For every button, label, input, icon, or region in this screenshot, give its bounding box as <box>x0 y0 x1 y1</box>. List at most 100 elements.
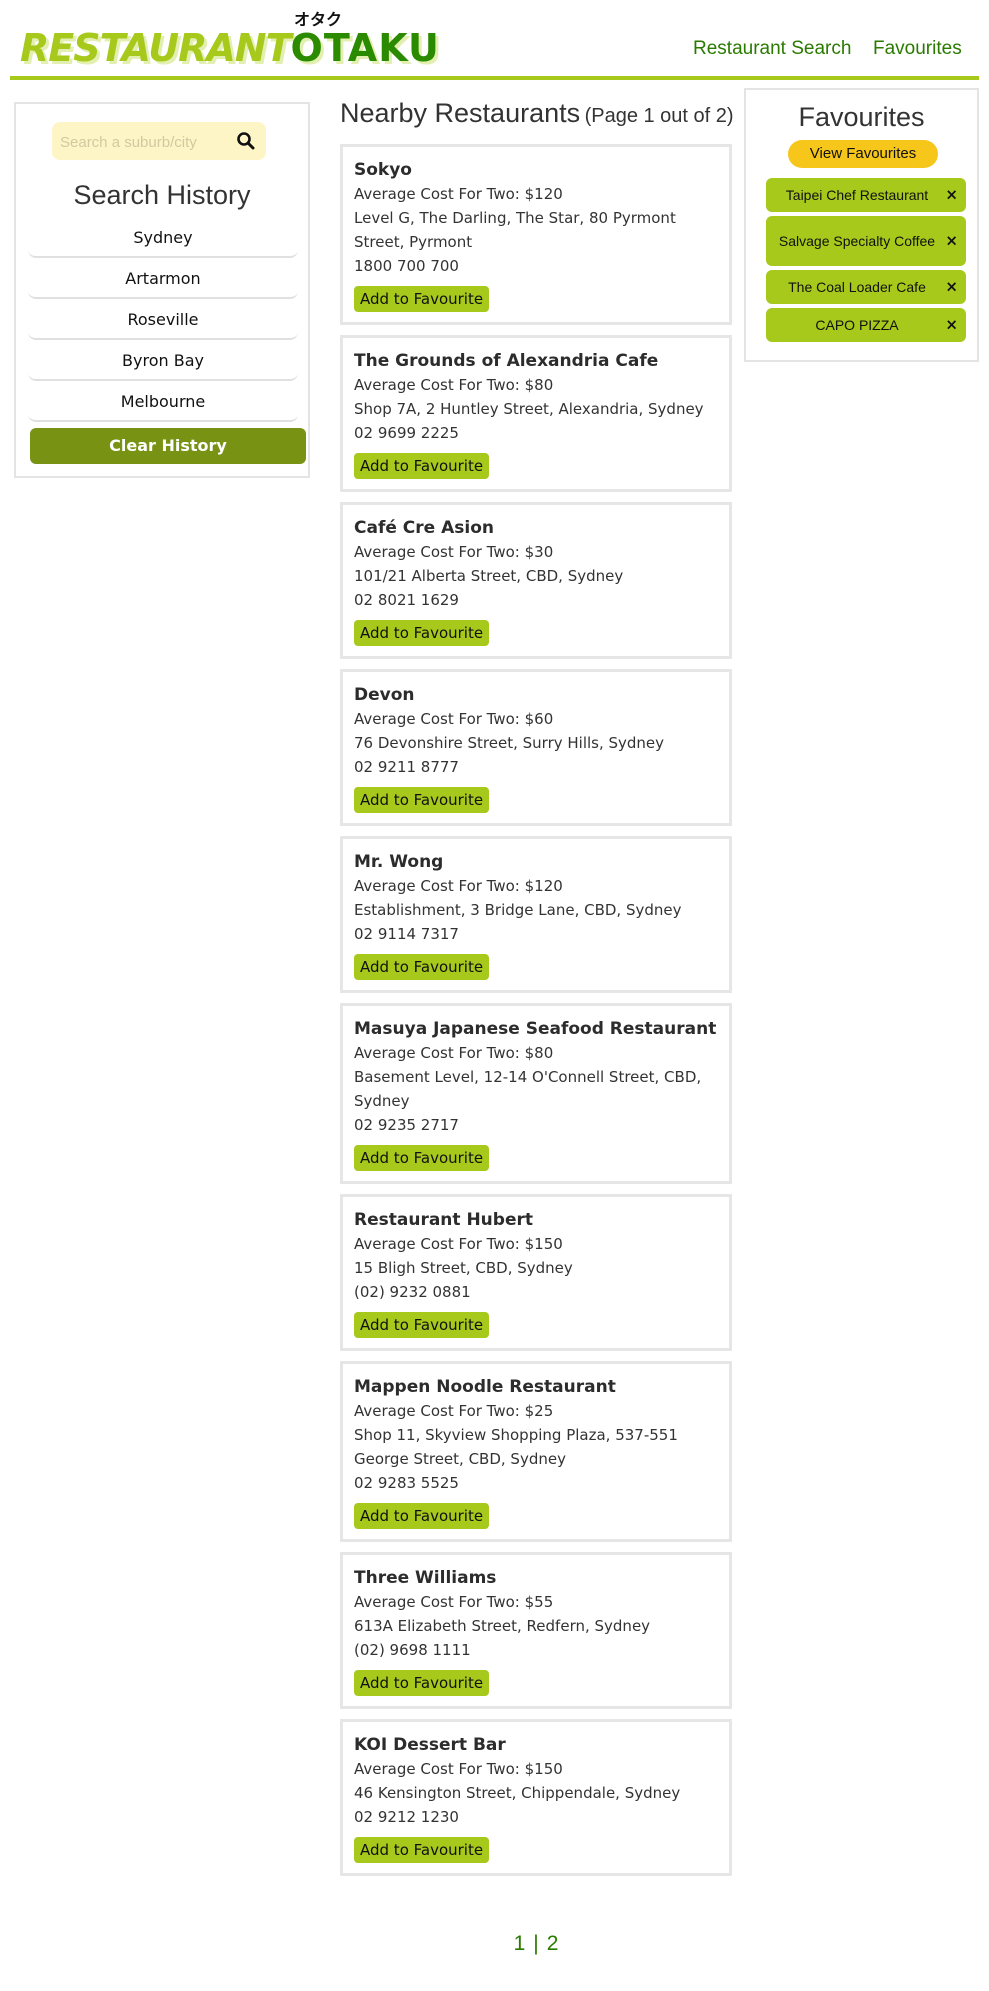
add-to-favourite-button[interactable]: Add to Favourite <box>354 1837 490 1863</box>
restaurant-phone: 1800 700 700 <box>354 257 459 275</box>
header: オタク RESTAURANTOTAKU Restaurant Search Fa… <box>10 0 979 80</box>
restaurant-cost: Average Cost For Two: $30 <box>354 543 554 561</box>
restaurant-cost: Average Cost For Two: $25 <box>354 1402 554 1420</box>
add-to-favourite-button[interactable]: Add to Favourite <box>354 954 490 980</box>
restaurant-name: Mappen Noodle Restaurant <box>354 1377 616 1397</box>
favourite-name: CAPO PIZZA <box>815 316 899 333</box>
restaurant-name: Café Cre Asion <box>354 518 494 538</box>
restaurant-address: Establishment, 3 Bridge Lane, CBD, Sydne… <box>354 901 682 919</box>
add-to-favourite-button[interactable]: Add to Favourite <box>354 1503 490 1529</box>
search-history-list: Sydney Artarmon Roseville Byron Bay Melb… <box>28 220 298 425</box>
add-to-favourite-button[interactable]: Add to Favourite <box>354 1145 490 1171</box>
restaurant-card: Masuya Japanese Seafood Restaurant Avera… <box>340 1003 732 1184</box>
add-to-favourite-button[interactable]: Add to Favourite <box>354 286 490 312</box>
pagination-separator: | <box>533 1932 539 1955</box>
restaurant-card: KOI Dessert Bar Average Cost For Two: $1… <box>340 1719 732 1876</box>
add-to-favourite-button[interactable]: Add to Favourite <box>354 1670 490 1696</box>
favourites-list: Taipei Chef Restaurant × Salvage Special… <box>766 178 966 346</box>
restaurant-cost: Average Cost For Two: $120 <box>354 185 563 203</box>
restaurant-name: Devon <box>354 685 415 705</box>
search-bar <box>52 122 266 160</box>
favourite-item[interactable]: Taipei Chef Restaurant × <box>766 178 966 212</box>
logo-text-restaurant: RESTAURANT <box>20 26 292 70</box>
restaurant-address: Shop 11, Skyview Shopping Plaza, 537-551… <box>354 1426 678 1468</box>
restaurant-card: Devon Average Cost For Two: $60 76 Devon… <box>340 669 732 826</box>
history-item[interactable]: Roseville <box>28 302 298 340</box>
favourite-item[interactable]: CAPO PIZZA × <box>766 308 966 342</box>
restaurant-list: Sokyo Average Cost For Two: $120 Level G… <box>340 144 732 1886</box>
restaurant-address: Level G, The Darling, The Star, 80 Pyrmo… <box>354 209 676 251</box>
restaurant-phone: 02 8021 1629 <box>354 591 459 609</box>
favourite-name: The Coal Loader Cafe <box>788 278 926 295</box>
restaurant-phone: (02) 9698 1111 <box>354 1641 471 1659</box>
restaurant-address: 15 Bligh Street, CBD, Sydney <box>354 1259 573 1277</box>
add-to-favourite-button[interactable]: Add to Favourite <box>354 453 490 479</box>
history-item[interactable]: Artarmon <box>28 261 298 299</box>
view-favourites-button[interactable]: View Favourites <box>788 140 938 168</box>
logo[interactable]: オタク RESTAURANTOTAKU <box>20 6 439 70</box>
restaurant-name: Restaurant Hubert <box>354 1210 533 1230</box>
restaurant-address: 613A Elizabeth Street, Redfern, Sydney <box>354 1617 651 1635</box>
restaurant-phone: 02 9283 5525 <box>354 1474 459 1492</box>
add-to-favourite-button[interactable]: Add to Favourite <box>354 620 490 646</box>
restaurant-phone: 02 9211 8777 <box>354 758 459 776</box>
restaurant-name: Masuya Japanese Seafood Restaurant <box>354 1019 717 1039</box>
restaurant-cost: Average Cost For Two: $80 <box>354 376 554 394</box>
add-to-favourite-button[interactable]: Add to Favourite <box>354 1312 490 1338</box>
restaurant-cost: Average Cost For Two: $150 <box>354 1235 563 1253</box>
restaurant-name: Sokyo <box>354 160 412 180</box>
favourite-item[interactable]: Salvage Specialty Coffee × <box>766 216 966 266</box>
restaurant-phone: 02 9235 2717 <box>354 1116 459 1134</box>
results-heading: Nearby Restaurants (Page 1 out of 2) <box>340 98 734 129</box>
restaurant-card: Restaurant Hubert Average Cost For Two: … <box>340 1194 732 1351</box>
remove-favourite-icon[interactable]: × <box>945 317 958 333</box>
nav-favourites[interactable]: Favourites <box>873 38 962 60</box>
restaurant-cost: Average Cost For Two: $120 <box>354 877 563 895</box>
page-indicator: (Page 1 out of 2) <box>584 105 734 127</box>
history-item[interactable]: Sydney <box>28 220 298 258</box>
restaurant-card: Café Cre Asion Average Cost For Two: $30… <box>340 502 732 659</box>
restaurant-card: The Grounds of Alexandria Cafe Average C… <box>340 335 732 492</box>
favourite-name: Salvage Specialty Coffee <box>778 232 936 249</box>
page-link-2[interactable]: 2 <box>547 1932 559 1955</box>
search-input[interactable] <box>58 126 222 158</box>
restaurant-name: Three Williams <box>354 1568 497 1588</box>
clear-history-button[interactable]: Clear History <box>30 428 306 464</box>
restaurant-phone: 02 9212 1230 <box>354 1808 459 1826</box>
restaurant-address: 46 Kensington Street, Chippendale, Sydne… <box>354 1784 681 1802</box>
restaurant-phone: (02) 9232 0881 <box>354 1283 471 1301</box>
restaurant-cost: Average Cost For Two: $55 <box>354 1593 554 1611</box>
favourite-item[interactable]: The Coal Loader Cafe × <box>766 270 966 304</box>
restaurant-address: 76 Devonshire Street, Surry Hills, Sydne… <box>354 734 665 752</box>
search-icon[interactable] <box>236 131 256 151</box>
restaurant-cost: Average Cost For Two: $80 <box>354 1044 554 1062</box>
restaurant-name: KOI Dessert Bar <box>354 1735 506 1755</box>
restaurant-address: 101/21 Alberta Street, CBD, Sydney <box>354 567 624 585</box>
remove-favourite-icon[interactable]: × <box>945 233 958 249</box>
history-item[interactable]: Melbourne <box>28 384 298 422</box>
logo-text-otaku: OTAKU <box>290 26 440 70</box>
pagination: 1 | 2 <box>340 1932 732 1956</box>
restaurant-address: Shop 7A, 2 Huntley Street, Alexandria, S… <box>354 400 704 418</box>
restaurant-name: Mr. Wong <box>354 852 444 872</box>
restaurant-phone: 02 9114 7317 <box>354 925 459 943</box>
restaurant-name: The Grounds of Alexandria Cafe <box>354 351 659 371</box>
favourites-title: Favourites <box>798 102 925 132</box>
nav-restaurant-search[interactable]: Restaurant Search <box>693 38 851 60</box>
restaurant-address: Basement Level, 12-14 O'Connell Street, … <box>354 1068 702 1110</box>
history-item[interactable]: Byron Bay <box>28 343 298 381</box>
remove-favourite-icon[interactable]: × <box>945 187 958 203</box>
restaurant-cost: Average Cost For Two: $150 <box>354 1760 563 1778</box>
results-title: Nearby Restaurants <box>340 98 581 128</box>
favourite-name: Taipei Chef Restaurant <box>785 186 929 203</box>
favourites-panel: Favourites View Favourites Taipei Chef R… <box>744 88 979 362</box>
add-to-favourite-button[interactable]: Add to Favourite <box>354 787 490 813</box>
remove-favourite-icon[interactable]: × <box>945 279 958 295</box>
restaurant-phone: 02 9699 2225 <box>354 424 459 442</box>
restaurant-card: Sokyo Average Cost For Two: $120 Level G… <box>340 144 732 325</box>
restaurant-cost: Average Cost For Two: $60 <box>354 710 554 728</box>
search-history-panel: Search History Sydney Artarmon Roseville… <box>14 102 310 478</box>
page-link-1[interactable]: 1 <box>514 1932 526 1955</box>
restaurant-card: Mr. Wong Average Cost For Two: $120 Esta… <box>340 836 732 993</box>
search-history-title: Search History <box>73 180 251 210</box>
